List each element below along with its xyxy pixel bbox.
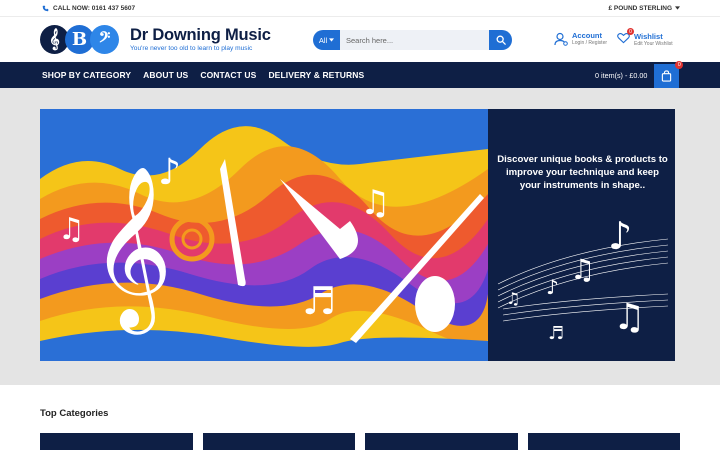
svg-text:♫: ♫ — [613, 297, 645, 338]
account-subtitle: Login / Register — [572, 40, 608, 46]
brand-tagline: You're never too old to learn to play mu… — [130, 44, 253, 52]
search-category-select[interactable]: All — [313, 30, 340, 50]
cart-button[interactable]: 0 — [654, 61, 684, 88]
svg-text:♬: ♬ — [548, 323, 564, 344]
category-card[interactable] — [202, 433, 355, 450]
top-categories-section: Top Categories — [0, 385, 720, 450]
category-card[interactable] — [365, 433, 518, 450]
account-title: Account — [572, 31, 602, 40]
call-now-label: CALL NOW: 0161 437 5607 — [53, 4, 136, 12]
search-button[interactable] — [489, 30, 512, 50]
search-icon — [496, 35, 506, 45]
hero-artwork: 𝄞 ♫ ♪ ♫ ♬ — [40, 109, 488, 361]
music-notes-illustration: ♫ ♪ ♫ ♪ ♫ ♬ — [497, 214, 669, 344]
svg-text:♫: ♫ — [506, 289, 520, 308]
svg-text:♫: ♫ — [570, 253, 595, 286]
wishlist-link[interactable]: 0 Wishlist Edit Your Wishlist — [617, 28, 673, 49]
promo-panel: Discover unique books & products to impr… — [488, 109, 675, 361]
category-card[interactable] — [40, 433, 193, 450]
logo-emblem: 𝄞 B 𝄢 — [40, 25, 119, 54]
cart-widget[interactable]: 0 item(s) - £0.00 0 — [595, 61, 684, 88]
svg-text:♪: ♪ — [158, 152, 181, 193]
brand-name: Dr Downing Music — [130, 25, 271, 44]
wishlist-count-badge: 0 — [627, 28, 634, 35]
search-input[interactable] — [340, 30, 489, 50]
shopping-bag-icon — [662, 70, 672, 82]
nav-delivery-returns[interactable]: DELIVERY & RETURNS — [268, 70, 364, 80]
top-utility-bar: CALL NOW: 0161 437 5607 £ POUND STERLING — [0, 0, 720, 17]
call-now[interactable]: CALL NOW: 0161 437 5607 — [42, 5, 135, 12]
hero-section: 𝄞 ♫ ♪ ♫ ♬ Discover unique books & produc… — [0, 88, 720, 385]
phone-icon — [42, 5, 49, 11]
caret-down-icon — [675, 6, 680, 10]
nav-about-us[interactable]: ABOUT US — [143, 70, 188, 80]
account-link[interactable]: Account Login / Register — [554, 31, 607, 47]
svg-text:♪: ♪ — [608, 214, 632, 258]
site-logo[interactable]: 𝄞 B 𝄢 Dr Downing Music You're never too … — [40, 25, 271, 54]
cart-count-badge: 0 — [675, 61, 684, 69]
caret-down-icon — [329, 38, 335, 42]
category-cards — [40, 433, 680, 450]
currency-label: £ POUND STERLING — [608, 4, 672, 12]
hero-banner[interactable]: 𝄞 ♫ ♪ ♫ ♬ Discover unique books & produc… — [40, 109, 675, 361]
bass-clef-icon: 𝄢 — [90, 25, 119, 54]
nav-shop-by-category[interactable]: SHOP BY CATEGORY — [42, 70, 131, 80]
svg-text:♫: ♫ — [58, 212, 85, 247]
user-icon — [554, 32, 568, 46]
currency-selector[interactable]: £ POUND STERLING — [608, 5, 680, 12]
top-categories-title: Top Categories — [40, 408, 109, 419]
wishlist-subtitle: Edit Your Wishlist — [634, 41, 673, 47]
svg-text:♬: ♬ — [302, 279, 336, 323]
category-card[interactable] — [527, 433, 680, 450]
cart-summary: 0 item(s) - £0.00 — [595, 70, 648, 80]
search-bar: All — [313, 30, 512, 50]
main-nav: SHOP BY CATEGORY ABOUT US CONTACT US DEL… — [0, 61, 720, 88]
music-waves-illustration: 𝄞 ♫ ♪ ♫ ♬ — [40, 109, 488, 361]
svg-text:♫: ♫ — [360, 183, 390, 223]
nav-contact-us[interactable]: CONTACT US — [200, 70, 256, 80]
site-header: 𝄞 B 𝄢 Dr Downing Music You're never too … — [0, 17, 720, 62]
svg-text:♪: ♪ — [546, 275, 559, 299]
wishlist-title: Wishlist — [634, 32, 663, 41]
search-category-label: All — [318, 35, 328, 45]
